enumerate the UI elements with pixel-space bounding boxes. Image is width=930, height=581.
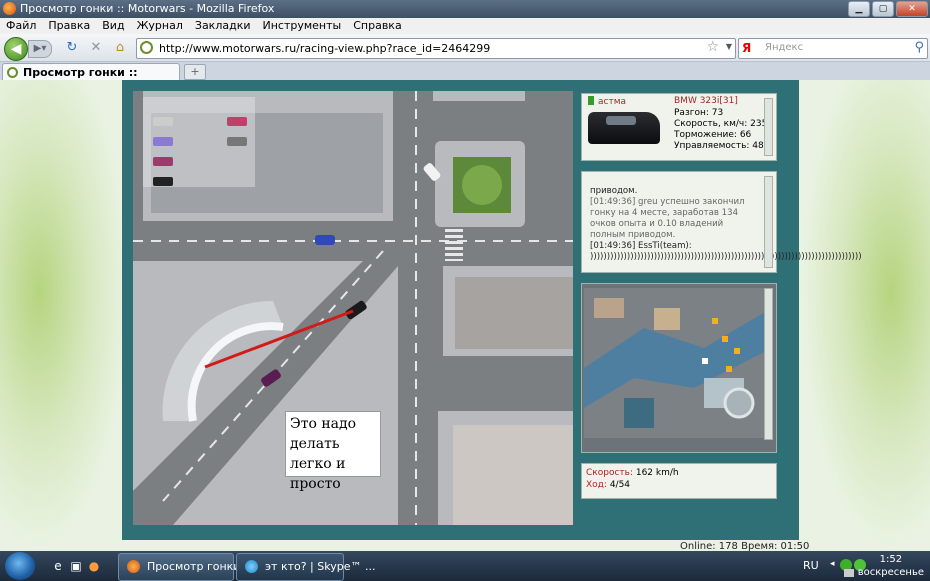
title-bar: Просмотр гонки :: Motorwars - Mozilla Fi…: [0, 0, 930, 18]
firefox-icon: [3, 2, 16, 15]
navigation-toolbar: ◀ ▶▾ ↻ ✕ ⌂ http://www.motorwars.ru/racin…: [0, 34, 930, 62]
chat-line: [01:49:36] EssTi(team):: [590, 241, 692, 251]
chat-line: ))))))))))))))))))))))))))))))))))))))))…: [590, 252, 862, 262]
explorer-icon[interactable]: ▣: [68, 558, 84, 574]
bookmark-star-icon[interactable]: ☆: [706, 39, 719, 55]
start-button[interactable]: [5, 552, 35, 580]
building-2: [453, 425, 573, 525]
car-stat-speed: Скорость, км/ч: 235: [674, 119, 768, 129]
chat-line: [01:49:36] greu успешно закончил гонку н…: [590, 197, 745, 240]
chat-scrollbar[interactable]: [764, 176, 773, 268]
background-leaf-left: [0, 80, 130, 551]
car-model: BMW 323i[31]: [674, 96, 738, 106]
menu-help[interactable]: Справка: [347, 18, 407, 34]
menu-file[interactable]: Файл: [0, 18, 42, 34]
clock-day: воскресенье: [857, 567, 924, 578]
driver-name[interactable]: астма: [588, 96, 626, 107]
taskbar-item-label: эт кто? | Skype™ ...: [265, 560, 376, 573]
background-leaf-right: [800, 80, 930, 551]
speed-value: 162 km/h: [635, 468, 679, 478]
firefox-quicklaunch-icon[interactable]: ●: [86, 558, 102, 574]
firefox-icon: [127, 560, 140, 573]
menu-edit[interactable]: Правка: [42, 18, 96, 34]
car-info-box: астма BMW 323i[31] Разгон: 73 Скорость, …: [581, 93, 777, 161]
search-box[interactable]: Я Яндекс ⚲: [738, 38, 928, 59]
chat-log: приводом. [01:49:36] greu успешно законч…: [590, 186, 862, 263]
car-purple: [261, 369, 281, 387]
clock-time: 1:52: [879, 554, 903, 565]
reload-icon[interactable]: ↻: [64, 40, 80, 56]
network-icon[interactable]: [844, 569, 854, 577]
maximize-button[interactable]: ▢: [872, 1, 894, 17]
new-tab-button[interactable]: +: [184, 64, 206, 80]
site-favicon-icon: [140, 41, 153, 54]
tab-strip: Просмотр гонки :: Motorwars +: [0, 62, 930, 92]
minimap: [584, 288, 772, 438]
window-title: Просмотр гонки :: Motorwars - Mozilla Fi…: [20, 2, 275, 15]
annotation-note: Это надо делать легко и просто: [285, 411, 381, 492]
car-stat-acceleration: Разгон: 73: [674, 108, 724, 118]
stop-icon[interactable]: ✕: [88, 40, 104, 56]
search-icon[interactable]: ⚲: [914, 40, 924, 55]
menu-history[interactable]: Журнал: [131, 18, 189, 34]
turn-value: 4/54: [609, 480, 631, 490]
race-map[interactable]: Это надо делать легко и просто: [133, 91, 573, 525]
menu-view[interactable]: Вид: [96, 18, 130, 34]
speed-label: Скорость:: [586, 468, 633, 478]
language-indicator[interactable]: RU: [803, 559, 819, 572]
minimize-button[interactable]: ▁: [848, 1, 870, 17]
close-button[interactable]: ✕: [896, 1, 928, 17]
yandex-logo-icon[interactable]: Я: [742, 41, 751, 55]
car-info-scrollbar[interactable]: [764, 98, 773, 156]
car-blue: [315, 235, 335, 245]
car-stat-handling: Управляемость: 48: [674, 141, 764, 151]
url-text: http://www.motorwars.ru/racing-view.php?…: [159, 42, 491, 55]
chat-log-box: приводом. [01:49:36] greu успешно законч…: [581, 171, 862, 273]
minimap-scrollbar[interactable]: [764, 288, 773, 440]
turn-label: Ход:: [586, 480, 607, 490]
taskbar-item-skype[interactable]: эт кто? | Skype™ ...: [236, 553, 375, 581]
race-status-box: Скорость: 162 km/h Ход: 4/54: [581, 463, 777, 499]
skype-icon: [245, 560, 258, 573]
clock[interactable]: 1:52 воскресенье: [858, 553, 924, 579]
system-tray: RU ◂ 1:52 воскресенье: [800, 551, 930, 581]
url-dropdown-icon[interactable]: ▼: [726, 42, 732, 51]
taskbar-item-firefox[interactable]: Просмотр гонки...: [118, 553, 251, 581]
search-input[interactable]: Яндекс: [765, 42, 803, 53]
back-button[interactable]: ◀: [4, 37, 28, 61]
car-stat-braking: Торможение: 66: [674, 130, 752, 140]
page-content: Это надо делать легко и просто астма BMW…: [0, 80, 930, 551]
menu-tools[interactable]: Инструменты: [257, 18, 348, 34]
side-panel: астма BMW 323i[31] Разгон: 73 Скорость, …: [579, 91, 862, 531]
url-bar[interactable]: http://www.motorwars.ru/racing-view.php?…: [136, 38, 736, 59]
forward-button[interactable]: ▶▾: [28, 40, 52, 58]
tab-race-view[interactable]: Просмотр гонки :: Motorwars: [2, 63, 180, 92]
minimap-box[interactable]: [581, 283, 777, 453]
home-icon[interactable]: ⌂: [112, 40, 128, 56]
ie-icon[interactable]: e: [50, 558, 66, 574]
taskbar: e ▣ ● Просмотр гонки... эт кто? | Skype™…: [0, 551, 930, 581]
tab-favicon-icon: [7, 67, 18, 78]
car-image: [588, 112, 660, 144]
chat-line: приводом.: [590, 186, 638, 196]
menu-bar: Файл Правка Вид Журнал Закладки Инструме…: [0, 18, 930, 34]
menu-bookmarks[interactable]: Закладки: [189, 18, 257, 34]
building-1: [455, 277, 573, 349]
